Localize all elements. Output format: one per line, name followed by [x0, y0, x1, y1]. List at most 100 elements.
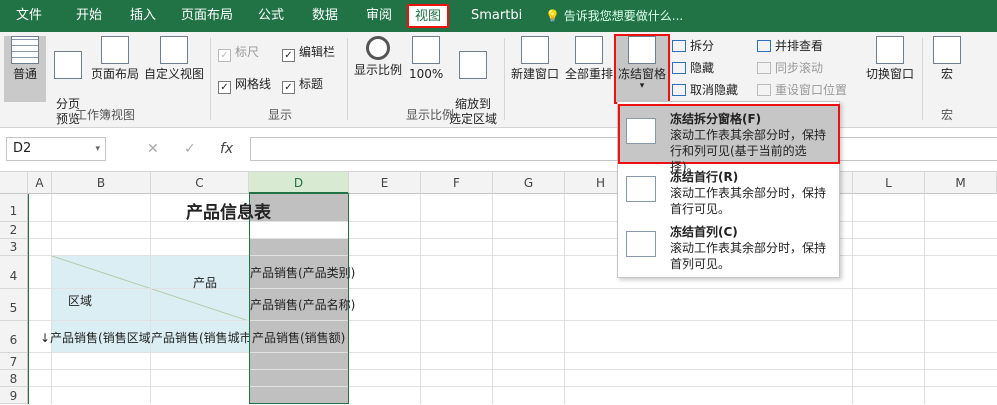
group-label-workbook-views: 工作簿视图	[74, 108, 135, 122]
switch-windows-button[interactable]: 切换窗口	[862, 36, 918, 102]
column-header[interactable]: F	[421, 172, 493, 194]
arrange-all-icon	[575, 36, 603, 64]
reset-position-icon	[757, 84, 771, 96]
page-layout-icon	[101, 36, 129, 64]
row-header[interactable]: 9	[0, 387, 28, 404]
tab-data[interactable]: 数据	[312, 0, 338, 32]
unhide-button[interactable]: 取消隐藏	[672, 82, 738, 98]
zoom-100-button[interactable]: 100%	[409, 36, 443, 102]
column-header[interactable]: C	[151, 172, 249, 194]
new-window-icon	[521, 36, 549, 64]
cell-b6[interactable]: ↓产品销售(销售区域)	[40, 329, 150, 346]
page-layout-view-button[interactable]: 页面布局	[89, 36, 141, 102]
side-by-side-icon	[757, 40, 771, 52]
group-separator	[922, 38, 923, 120]
gridlines-checkbox[interactable]: ✓ 网格线	[218, 76, 271, 94]
column-header[interactable]: L	[853, 172, 925, 194]
column-header[interactable]: B	[52, 172, 151, 194]
menu-item-freeze-top-row[interactable]: 冻结首行(R) 滚动工作表其余部分时，保持首行可见。	[620, 164, 838, 220]
headings-checkbox[interactable]: ✓ 标题	[282, 76, 323, 94]
check-icon: ✓	[218, 81, 231, 94]
magnifier-icon	[366, 36, 390, 60]
group-separator	[210, 38, 211, 120]
arrange-all-button[interactable]: 全部重排	[563, 36, 615, 102]
normal-view-button[interactable]: 普通	[4, 36, 46, 102]
freeze-panes-menu: 冻结拆分窗格(F) 滚动工作表其余部分时，保持行和列可见(基于当前的选择)。 冻…	[617, 101, 840, 278]
group-label-zoom: 显示比例	[405, 108, 454, 122]
select-all-corner[interactable]	[0, 172, 28, 194]
hide-icon	[672, 62, 686, 74]
row-header[interactable]: 6	[0, 321, 28, 353]
zoom-button[interactable]: 显示比例	[353, 36, 403, 102]
cell-c6[interactable]: 产品销售(销售城市)	[151, 329, 249, 346]
row-header[interactable]: 4	[0, 256, 28, 289]
new-window-button[interactable]: 新建窗口	[509, 36, 561, 102]
grid-line	[28, 369, 997, 370]
row-header[interactable]: 7	[0, 353, 28, 370]
freeze-panes-icon	[628, 36, 656, 64]
row-header[interactable]: 2	[0, 222, 28, 239]
name-box[interactable]: D2 ▾	[6, 137, 106, 161]
header-region-label[interactable]: 区域	[68, 292, 92, 309]
worksheet-grid[interactable]: A B C D E F G H I J K L M 1 2 3 4 5 6 7 …	[0, 172, 997, 404]
column-header[interactable]: A	[28, 172, 52, 194]
grid-line	[28, 238, 997, 239]
hide-button[interactable]: 隐藏	[672, 60, 714, 76]
formula-bar-checkbox[interactable]: ✓ 编辑栏	[282, 44, 335, 62]
custom-views-icon	[160, 36, 188, 64]
split-icon	[672, 40, 686, 52]
tab-page-layout[interactable]: 页面布局	[181, 0, 233, 32]
row-header[interactable]: 3	[0, 239, 28, 256]
unhide-icon	[672, 84, 686, 96]
insert-function-icon[interactable]: fx	[220, 137, 233, 161]
grid-line	[28, 221, 997, 222]
tab-home[interactable]: 开始	[76, 0, 102, 32]
ruler-checkbox[interactable]: ✓ 标尺	[218, 44, 259, 62]
header-product-label[interactable]: 产品	[193, 274, 217, 291]
tab-formulas[interactable]: 公式	[258, 0, 284, 32]
view-side-by-side-button[interactable]: 并排查看	[757, 38, 823, 54]
sheet-title[interactable]: 产品信息表	[186, 198, 271, 223]
tab-file[interactable]: 文件	[16, 0, 42, 32]
cell-d4[interactable]: 产品销售(产品类别)	[250, 264, 355, 281]
formula-bar: D2 ▾ ✕ ✓ fx	[0, 128, 997, 172]
grid-line	[28, 255, 997, 256]
tab-review[interactable]: 审阅	[366, 0, 392, 32]
tell-me-box[interactable]: 💡 告诉我您想要做什么...	[545, 0, 683, 32]
tab-view[interactable]: 视图	[407, 4, 450, 28]
group-label-show: 显示	[267, 108, 292, 122]
macros-button[interactable]: 宏	[928, 36, 966, 102]
custom-views-button[interactable]: 自定义视图	[143, 36, 205, 102]
column-header[interactable]: G	[493, 172, 565, 194]
synchronous-scrolling-button[interactable]: 同步滚动	[757, 60, 823, 76]
split-button[interactable]: 拆分	[672, 38, 714, 54]
freeze-panes-button[interactable]: 冻结窗格 ▾	[614, 34, 670, 104]
normal-view-icon	[11, 36, 39, 64]
grid-line	[420, 194, 421, 404]
tab-insert[interactable]: 插入	[130, 0, 156, 32]
switch-windows-icon	[876, 36, 904, 64]
grid-line	[28, 288, 997, 289]
cancel-icon[interactable]: ✕	[147, 137, 159, 161]
menu-item-freeze-first-column[interactable]: 冻结首列(C) 滚动工作表其余部分时，保持首列可见。	[620, 219, 838, 275]
column-header[interactable]: D	[249, 172, 349, 194]
group-separator	[347, 38, 348, 120]
cell-d5[interactable]: 产品销售(产品名称)	[250, 296, 355, 313]
menu-item-freeze-panes[interactable]: 冻结拆分窗格(F) 滚动工作表其余部分时，保持行和列可见(基于当前的选择)。	[618, 104, 840, 174]
row-header[interactable]: 1	[0, 194, 28, 222]
freeze-line	[28, 194, 29, 404]
cell-d6[interactable]: 产品销售(销售额)	[252, 329, 345, 346]
column-header[interactable]: E	[349, 172, 421, 194]
page-break-preview-button[interactable]: 分页 预览	[50, 36, 86, 126]
enter-icon[interactable]: ✓	[184, 137, 196, 161]
row-header[interactable]: 5	[0, 289, 28, 321]
row-header[interactable]: 8	[0, 370, 28, 387]
lightbulb-icon: 💡	[545, 9, 564, 23]
column-header[interactable]: M	[925, 172, 997, 194]
grid-line	[924, 194, 925, 404]
zoom-to-selection-button[interactable]: 缩放到 选定区域	[447, 36, 499, 126]
sync-scroll-icon	[757, 62, 771, 74]
tab-smartbi[interactable]: Smartbi	[471, 0, 522, 32]
reset-window-position-button[interactable]: 重设窗口位置	[757, 82, 847, 98]
grid-line	[852, 194, 853, 404]
